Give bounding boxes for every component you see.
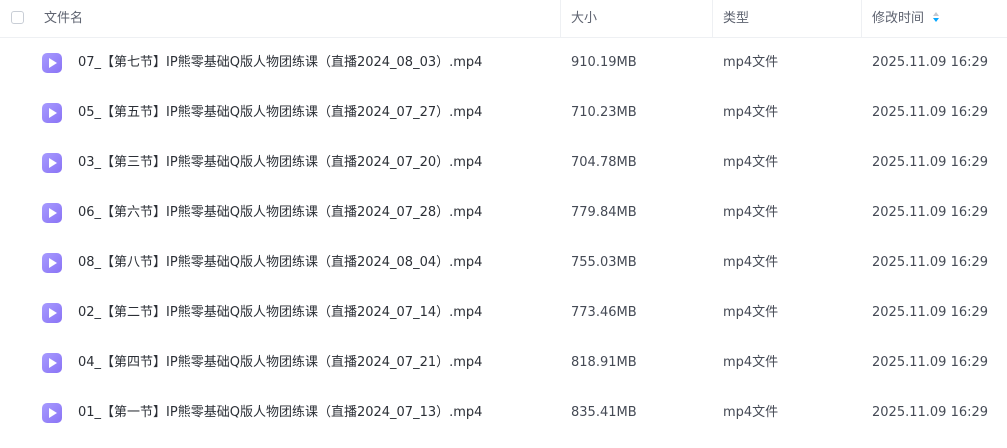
file-type: mp4文件 xyxy=(723,405,779,420)
file-size: 779.84MB xyxy=(571,205,637,220)
column-header-size[interactable]: 大小 xyxy=(571,0,597,37)
file-size: 704.78MB xyxy=(571,155,637,170)
file-type: mp4文件 xyxy=(723,155,779,170)
table-row[interactable]: 07_【第七节】IP熊零基础Q版人物团练课（直播2024_08_03）.mp4 9… xyxy=(0,38,1007,88)
file-type: mp4文件 xyxy=(723,105,779,120)
file-type: mp4文件 xyxy=(723,205,779,220)
file-mtime: 2025.11.09 16:29 xyxy=(872,355,989,370)
video-file-icon xyxy=(42,53,62,73)
file-mtime: 2025.11.09 16:29 xyxy=(872,255,989,270)
file-name[interactable]: 06_【第六节】IP熊零基础Q版人物团练课（直播2024_07_28）.mp4 xyxy=(78,188,482,238)
file-mtime: 2025.11.09 16:29 xyxy=(872,55,989,70)
file-name[interactable]: 05_【第五节】IP熊零基础Q版人物团练课（直播2024_07_27）.mp4 xyxy=(78,88,482,138)
file-mtime: 2025.11.09 16:29 xyxy=(872,205,989,220)
video-file-icon xyxy=(42,303,62,323)
file-type: mp4文件 xyxy=(723,355,779,370)
file-size: 773.46MB xyxy=(571,305,637,320)
file-type: mp4文件 xyxy=(723,255,779,270)
video-file-icon xyxy=(42,153,62,173)
file-name[interactable]: 03_【第三节】IP熊零基础Q版人物团练课（直播2024_07_20）.mp4 xyxy=(78,138,482,188)
table-row[interactable]: 08_【第八节】IP熊零基础Q版人物团练课（直播2024_08_04）.mp4 7… xyxy=(0,238,1007,288)
file-mtime: 2025.11.09 16:29 xyxy=(872,305,989,320)
file-size: 755.03MB xyxy=(571,255,637,270)
video-file-icon xyxy=(42,403,62,423)
table-row[interactable]: 04_【第四节】IP熊零基础Q版人物团练课（直播2024_07_21）.mp4 8… xyxy=(0,338,1007,388)
file-mtime: 2025.11.09 16:29 xyxy=(872,155,989,170)
file-list-header: 文件名 大小 类型 修改时间 xyxy=(0,0,1007,38)
video-file-icon xyxy=(42,253,62,273)
column-divider[interactable] xyxy=(712,0,713,37)
file-name[interactable]: 02_【第二节】IP熊零基础Q版人物团练课（直播2024_07_14）.mp4 xyxy=(78,288,482,338)
file-name[interactable]: 04_【第四节】IP熊零基础Q版人物团练课（直播2024_07_21）.mp4 xyxy=(78,338,482,388)
table-row[interactable]: 01_【第一节】IP熊零基础Q版人物团练课（直播2024_07_13）.mp4 8… xyxy=(0,388,1007,438)
column-divider[interactable] xyxy=(560,0,561,37)
table-row[interactable]: 05_【第五节】IP熊零基础Q版人物团练课（直播2024_07_27）.mp4 7… xyxy=(0,88,1007,138)
file-mtime: 2025.11.09 16:29 xyxy=(872,105,989,120)
table-row[interactable]: 06_【第六节】IP熊零基础Q版人物团练课（直播2024_07_28）.mp4 7… xyxy=(0,188,1007,238)
file-name[interactable]: 01_【第一节】IP熊零基础Q版人物团练课（直播2024_07_13）.mp4 xyxy=(78,388,482,438)
column-header-type[interactable]: 类型 xyxy=(723,0,749,37)
select-all-checkbox[interactable] xyxy=(11,11,24,24)
video-file-icon xyxy=(42,353,62,373)
file-rows: 07_【第七节】IP熊零基础Q版人物团练课（直播2024_08_03）.mp4 9… xyxy=(0,38,1007,438)
file-size: 710.23MB xyxy=(571,105,637,120)
file-list: 文件名 大小 类型 修改时间 07_【第七节】IP熊零基础Q版人物团练课（直播2… xyxy=(0,0,1007,448)
video-file-icon xyxy=(42,203,62,223)
table-row[interactable]: 02_【第二节】IP熊零基础Q版人物团练课（直播2024_07_14）.mp4 7… xyxy=(0,288,1007,338)
column-divider[interactable] xyxy=(861,0,862,37)
column-header-mtime[interactable]: 修改时间 xyxy=(872,0,940,37)
sort-desc-icon[interactable] xyxy=(932,11,940,24)
file-name[interactable]: 08_【第八节】IP熊零基础Q版人物团练课（直播2024_08_04）.mp4 xyxy=(78,238,482,288)
file-size: 818.91MB xyxy=(571,355,637,370)
file-size: 835.41MB xyxy=(571,405,637,420)
file-name[interactable]: 07_【第七节】IP熊零基础Q版人物团练课（直播2024_08_03）.mp4 xyxy=(78,38,482,88)
table-row[interactable]: 03_【第三节】IP熊零基础Q版人物团练课（直播2024_07_20）.mp4 7… xyxy=(0,138,1007,188)
file-size: 910.19MB xyxy=(571,55,637,70)
column-header-mtime-label: 修改时间 xyxy=(872,11,925,26)
column-header-name[interactable]: 文件名 xyxy=(44,0,83,37)
file-mtime: 2025.11.09 16:29 xyxy=(872,405,989,420)
file-type: mp4文件 xyxy=(723,55,779,70)
file-type: mp4文件 xyxy=(723,305,779,320)
video-file-icon xyxy=(42,103,62,123)
